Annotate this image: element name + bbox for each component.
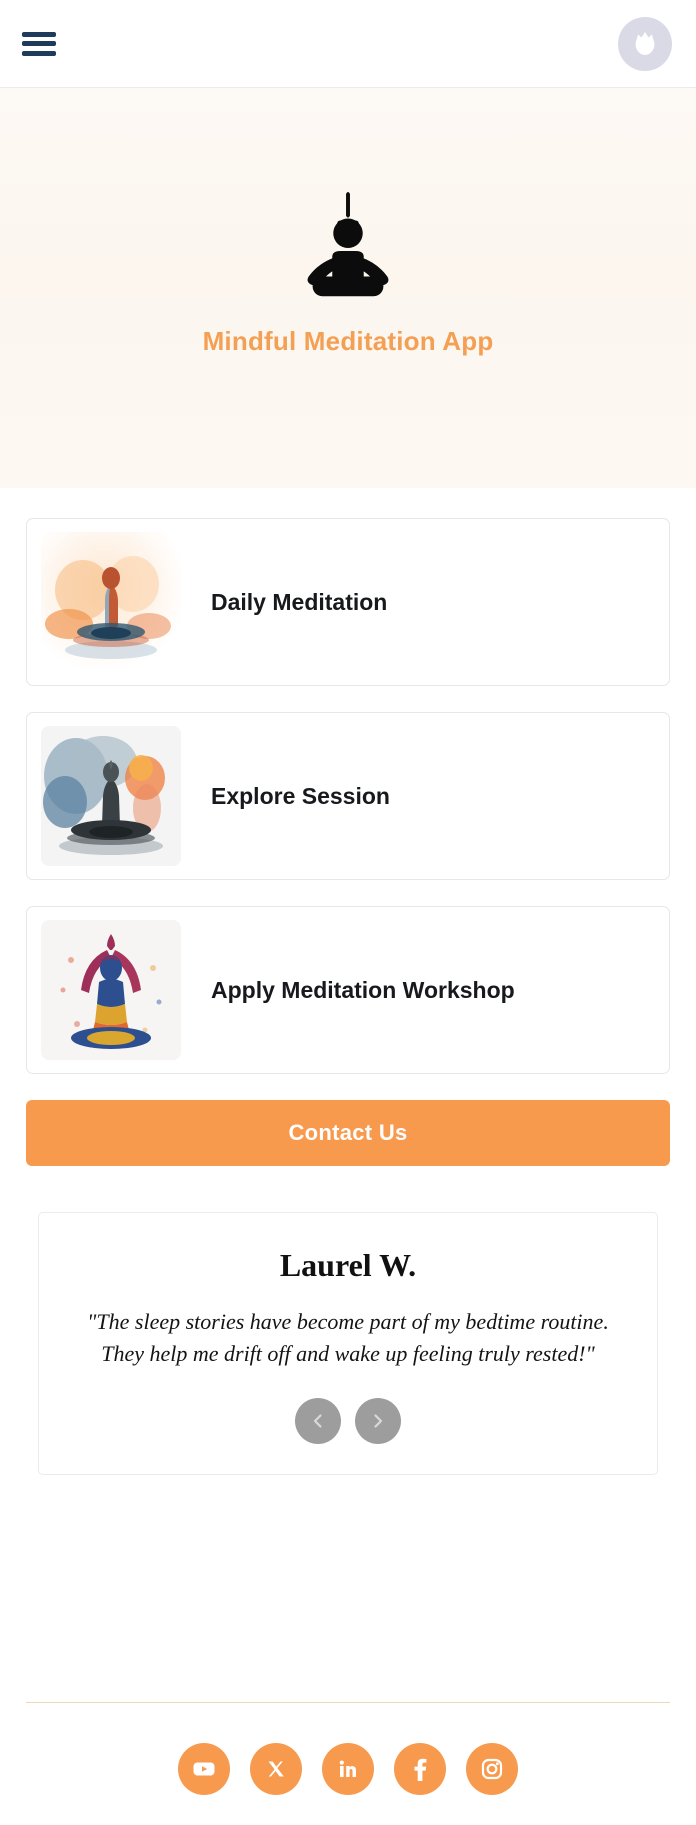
chevron-right-icon xyxy=(374,1414,383,1428)
app-footer xyxy=(0,1702,696,1825)
card-apply-meditation-workshop[interactable]: Apply Meditation Workshop xyxy=(26,906,670,1074)
card-label: Explore Session xyxy=(211,782,390,809)
card-label: Apply Meditation Workshop xyxy=(211,976,515,1003)
hamburger-bar xyxy=(22,41,56,46)
main-content: Daily Meditation Explore Session Apply M… xyxy=(0,488,696,1702)
footer-divider xyxy=(26,1702,670,1703)
card-daily-meditation[interactable]: Daily Meditation xyxy=(26,518,670,686)
watercolor-meditation-blue-image xyxy=(41,726,181,866)
facebook-icon[interactable] xyxy=(394,1743,446,1795)
hamburger-menu-icon[interactable] xyxy=(22,31,56,57)
linkedin-icon[interactable] xyxy=(322,1743,374,1795)
hero-title: Mindful Meditation App xyxy=(202,325,494,356)
watercolor-meditation-orange-image xyxy=(41,532,181,672)
card-label: Daily Meditation xyxy=(211,588,388,615)
youtube-icon[interactable] xyxy=(178,1743,230,1795)
meditating-person-icon xyxy=(307,191,389,296)
testimonial-carousel-controls xyxy=(73,1397,623,1444)
x-twitter-icon[interactable] xyxy=(250,1743,302,1795)
watercolor-yoga-colorful-image xyxy=(41,920,181,1060)
hamburger-bar xyxy=(22,31,56,37)
carousel-prev-button[interactable] xyxy=(295,1397,341,1444)
instagram-icon[interactable] xyxy=(466,1743,518,1795)
contact-us-button[interactable]: Contact Us xyxy=(26,1100,670,1166)
app-header xyxy=(0,0,696,88)
testimonial-author-name: Laurel W. xyxy=(279,1247,417,1283)
hamburger-bar xyxy=(22,50,56,56)
user-avatar-icon[interactable] xyxy=(618,16,672,71)
card-explore-session[interactable]: Explore Session xyxy=(26,712,670,880)
app-page: Mindful Meditation App Daily Meditation … xyxy=(0,0,696,1825)
chevron-left-icon xyxy=(313,1414,322,1428)
social-links-row xyxy=(26,1743,670,1795)
carousel-next-button[interactable] xyxy=(355,1397,401,1444)
hero-section: Mindful Meditation App xyxy=(0,88,696,488)
testimonial-card: Laurel W. "The sleep stories have become… xyxy=(38,1212,658,1475)
testimonial-quote-text: "The sleep stories have become part of m… xyxy=(87,1309,609,1366)
